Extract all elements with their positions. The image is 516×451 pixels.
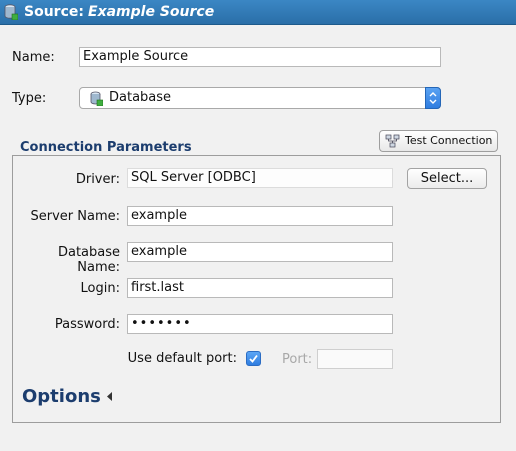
test-connection-button[interactable]: Test Connection <box>379 130 498 152</box>
port-field <box>317 349 393 369</box>
checkmark-icon <box>249 354 258 363</box>
options-section-toggle[interactable]: Options <box>22 386 101 407</box>
driver-field: SQL Server [ODBC] <box>127 168 393 188</box>
name-label: Name: <box>12 50 55 65</box>
type-label: Type: <box>12 91 47 106</box>
select-arrows-icon[interactable] <box>425 87 441 109</box>
login-label: Login: <box>80 281 120 296</box>
password-label: Password: <box>54 317 120 332</box>
server-name-label: Server Name: <box>30 209 121 224</box>
select-driver-button[interactable]: Select... <box>407 168 487 189</box>
database-icon <box>4 4 18 20</box>
database-icon <box>90 91 103 106</box>
password-field[interactable]: ••••••• <box>127 314 393 334</box>
server-name-field[interactable]: example <box>127 206 393 226</box>
port-label: Port: <box>282 352 313 367</box>
use-default-port-label: Use default port: <box>127 351 237 366</box>
window-title-name: Example Source <box>88 4 215 20</box>
driver-label: Driver: <box>75 172 120 187</box>
type-select[interactable]: Database <box>79 87 441 109</box>
window-title-prefix: Source: <box>24 4 84 20</box>
use-default-port-checkbox[interactable] <box>246 351 261 366</box>
title-bar: Source: Example Source <box>0 0 516 25</box>
login-field[interactable]: first.last <box>127 278 393 298</box>
database-name-field[interactable]: example <box>127 242 393 262</box>
connection-parameters-title: Connection Parameters <box>20 140 192 155</box>
network-icon <box>385 134 400 148</box>
name-field[interactable]: Example Source <box>79 47 441 67</box>
test-connection-label: Test Connection <box>405 134 493 147</box>
type-select-value: Database <box>109 90 172 105</box>
disclosure-triangle-icon[interactable] <box>105 391 114 402</box>
database-name-label: Database Name: <box>57 245 120 275</box>
